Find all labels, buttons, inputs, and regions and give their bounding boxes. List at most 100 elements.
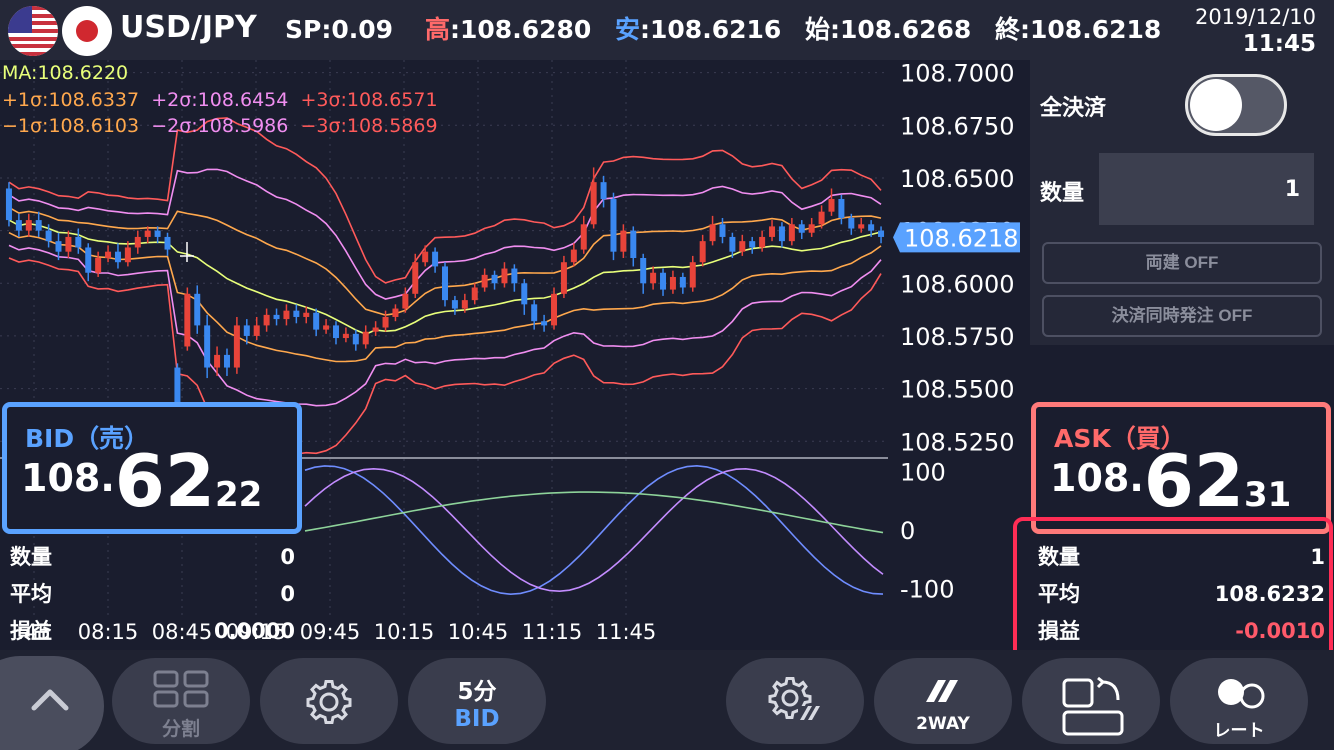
two-way-icon <box>926 680 958 702</box>
rotate-layout-icon <box>1062 676 1124 736</box>
candle-body <box>442 266 448 301</box>
candle-body <box>283 310 290 320</box>
price-chart[interactable]: 108.7000108.6750108.6500108.6250108.6000… <box>0 60 1030 650</box>
side-label: BID <box>454 706 500 732</box>
x-tick-label: 11:45 <box>596 620 657 644</box>
candle-body <box>749 241 756 248</box>
x-tick-label: 08:45 <box>152 620 213 644</box>
ma-indicator: MA:108.6220 <box>2 62 129 84</box>
low-price: 安:108.6216 <box>615 13 781 47</box>
y-tick-label: 108.5250 <box>900 428 1015 456</box>
candle-body <box>332 325 339 339</box>
candle-body <box>15 220 22 231</box>
candle-body <box>25 220 32 231</box>
bid-avg-value: 0 <box>280 582 295 606</box>
low-label: 安 <box>615 15 641 44</box>
ask-price-small: 31 <box>1243 475 1292 515</box>
timeframe-side-button[interactable]: 5分 BID <box>408 658 546 744</box>
quantity-input[interactable] <box>1099 153 1314 225</box>
candle-body <box>660 272 667 290</box>
candle-body <box>669 276 676 290</box>
bid-price-small: 22 <box>214 475 263 515</box>
candle-body <box>798 224 805 233</box>
candle-body <box>560 262 567 294</box>
currency-pair[interactable]: USD/JPY <box>120 11 257 45</box>
quantity-label: 数量 <box>1040 181 1085 206</box>
candle-body <box>551 293 558 326</box>
two-way-label: 2WAY <box>916 714 970 734</box>
candle-body <box>382 316 389 328</box>
candle-body <box>313 312 320 330</box>
x-tick-label: 11:15 <box>522 620 583 644</box>
bottom-toolbar: 分割 5分 BID 2WAY レート <box>0 650 1334 750</box>
ask-buy-button[interactable]: ASK（買） 108.6231 <box>1031 402 1331 534</box>
candle-body <box>144 230 151 237</box>
ask-avg-value: 108.6232 <box>1214 582 1325 606</box>
rotate-layout-button[interactable] <box>1022 658 1160 744</box>
candle-body <box>531 304 538 322</box>
candle-body <box>818 211 825 225</box>
rate-button[interactable]: レート <box>1170 658 1308 744</box>
bid-price: 108.6222 <box>21 445 262 517</box>
candle-body <box>838 199 845 218</box>
spread-value: :0.09 <box>321 15 394 44</box>
bid-avg-label: 平均 <box>10 582 52 606</box>
date: 2019/12/10 <box>1194 5 1316 29</box>
two-way-button[interactable]: 2WAY <box>874 658 1012 744</box>
candle-body <box>640 258 647 284</box>
candle-body <box>134 236 141 248</box>
candle-body <box>154 230 161 237</box>
split-view-button[interactable]: 分割 <box>112 658 250 744</box>
ask-qty-value: 1 <box>1310 545 1325 569</box>
expand-up-button[interactable] <box>0 656 104 750</box>
osc-tick-label: -100 <box>900 575 954 603</box>
candle-body <box>828 199 835 212</box>
y-tick-label: 108.6750 <box>900 112 1015 140</box>
toggle-knob <box>1190 79 1242 131</box>
header: USD/JPY SP:0.09 高:108.6280 安:108.6216 始:… <box>0 0 1334 60</box>
chart-settings-button[interactable] <box>726 658 864 744</box>
bid-price-big: 62 <box>114 439 215 523</box>
settings-button[interactable] <box>260 658 398 744</box>
candle-body <box>719 224 726 237</box>
candle-body <box>164 236 171 250</box>
chevron-up-icon <box>31 689 69 711</box>
grid-split-icon <box>153 670 209 708</box>
candle-body <box>303 312 310 317</box>
gear-pen-icon <box>768 677 822 720</box>
close-all-label: 全決済 <box>1040 96 1107 121</box>
candle-body <box>481 274 488 288</box>
candle-body <box>55 241 62 252</box>
bid-qty-label: 数量 <box>10 545 52 569</box>
close-all-toggle[interactable] <box>1185 74 1287 136</box>
candle-body <box>75 236 82 248</box>
candle-body <box>788 224 795 242</box>
chart-area[interactable]: 108.7000108.6750108.6500108.6250108.6000… <box>0 60 1030 650</box>
candle-body <box>858 224 865 229</box>
candle-body <box>650 272 657 284</box>
candle-body <box>868 224 875 231</box>
hedge-off-button[interactable]: 両建 OFF <box>1042 242 1322 284</box>
candle-body <box>580 224 587 250</box>
candle-body <box>293 310 300 317</box>
x-tick-label: 10:15 <box>374 620 435 644</box>
candle-body <box>491 274 498 284</box>
y-tick-label: 108.6500 <box>900 165 1015 193</box>
candle-body <box>323 325 330 330</box>
candle-body <box>620 230 627 252</box>
bid-sell-button[interactable]: BID（売） 108.6222 <box>2 402 302 534</box>
open-value: :108.6268 <box>830 15 972 44</box>
candle-body <box>223 354 230 368</box>
candle-body <box>769 226 776 237</box>
ask-price: 108.6231 <box>1050 445 1291 517</box>
close-value: :108.6218 <box>1020 15 1162 44</box>
candle-body <box>501 268 508 284</box>
rate-label: レート <box>1213 721 1265 741</box>
candle-body <box>243 325 250 336</box>
candle-body <box>273 314 280 320</box>
simultaneous-order-off-button[interactable]: 決済同時発注 OFF <box>1042 295 1322 337</box>
candle-body <box>402 293 409 309</box>
candle-body <box>362 331 369 345</box>
candle-body <box>570 249 577 263</box>
candle-body <box>124 247 131 263</box>
